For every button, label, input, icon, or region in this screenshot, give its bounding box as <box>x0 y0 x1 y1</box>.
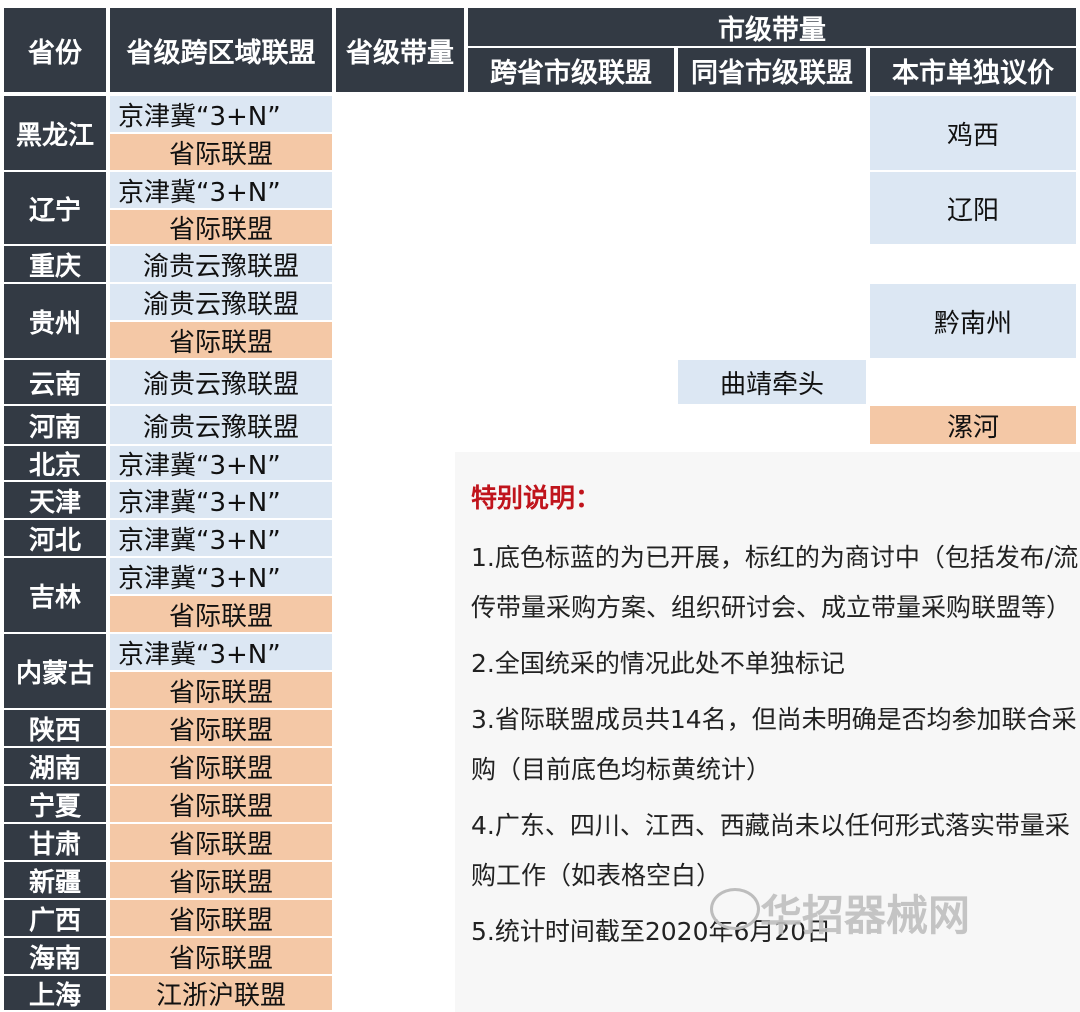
header-city-level: 市级带量 <box>468 8 1076 46</box>
note-item: 3.省际联盟成员共14名，但尚未明确是否均参加联合采购（目前底色均标黄统计） <box>471 705 1077 784</box>
province-cell: 河北 <box>4 520 106 556</box>
province-cell: 新疆 <box>4 862 106 898</box>
province-cell: 海南 <box>4 938 106 974</box>
alliance-cell: 省际联盟 <box>110 786 332 822</box>
header-cross-province-city: 跨省市级联盟 <box>468 48 674 92</box>
province-cell: 天津 <box>4 482 106 518</box>
alliance-cell: 渝贵云豫联盟 <box>110 360 332 404</box>
alliance-cell: 省际联盟 <box>110 900 332 936</box>
alliance-cell: 渝贵云豫联盟 <box>110 284 332 320</box>
wechat-icon <box>710 888 760 930</box>
province-cell: 湖南 <box>4 748 106 784</box>
same-province-city-cell: 曲靖牵头 <box>678 360 866 404</box>
alliance-cell: 渝贵云豫联盟 <box>110 406 332 444</box>
province-cell: 上海 <box>4 976 106 1011</box>
alliance-cell: 京津冀“3+N” <box>110 558 332 594</box>
alliance-cell: 省际联盟 <box>110 322 332 358</box>
province-cell: 河南 <box>4 406 106 444</box>
alliance-cell: 京津冀“3+N” <box>110 520 332 556</box>
alliance-cell: 京津冀“3+N” <box>110 446 332 481</box>
province-cell: 陕西 <box>4 710 106 746</box>
city-alone-cell: 黔南州 <box>870 284 1076 358</box>
province-cell: 甘肃 <box>4 824 106 860</box>
province-cell: 辽宁 <box>4 172 106 244</box>
alliance-cell: 省际联盟 <box>110 824 332 860</box>
alliance-cell: 京津冀“3+N” <box>110 172 332 208</box>
alliance-cell: 省际联盟 <box>110 596 332 632</box>
header-same-province-city: 同省市级联盟 <box>678 48 866 92</box>
note-item: 1.底色标蓝的为已开展，标红的为商讨中（包括发布/流传带量采购方案、组织研讨会、… <box>471 543 1079 622</box>
header-province: 省份 <box>4 8 106 92</box>
province-cell: 宁夏 <box>4 786 106 822</box>
header-provincial-volume: 省级带量 <box>336 8 464 92</box>
alliance-cell: 京津冀“3+N” <box>110 634 332 670</box>
province-cell: 黑龙江 <box>4 96 106 170</box>
alliance-cell: 江浙沪联盟 <box>110 976 332 1011</box>
alliance-cell: 京津冀“3+N” <box>110 482 332 518</box>
province-cell: 吉林 <box>4 558 106 632</box>
province-cell: 重庆 <box>4 246 106 282</box>
alliance-cell: 省际联盟 <box>110 134 332 170</box>
alliance-cell: 省际联盟 <box>110 710 332 746</box>
province-cell: 云南 <box>4 360 106 404</box>
province-cell: 贵州 <box>4 284 106 358</box>
alliance-cell: 省际联盟 <box>110 210 332 245</box>
alliance-cell: 省际联盟 <box>110 938 332 974</box>
watermark: 华招器械网 <box>760 891 971 940</box>
alliance-cell: 省际联盟 <box>110 748 332 784</box>
alliance-cell: 省际联盟 <box>110 672 332 708</box>
province-cell: 广西 <box>4 900 106 936</box>
province-cell: 北京 <box>4 446 106 481</box>
alliance-cell: 省际联盟 <box>110 862 332 898</box>
city-alone-cell: 漯河 <box>870 406 1076 444</box>
header-cross-region-alliance: 省级跨区域联盟 <box>110 8 332 92</box>
note-item: 2.全国统采的情况此处不单独标记 <box>471 649 845 678</box>
alliance-cell: 渝贵云豫联盟 <box>110 246 332 282</box>
notes-title: 特别说明： <box>471 484 602 514</box>
province-cell: 内蒙古 <box>4 634 106 708</box>
alliance-cell: 京津冀“3+N” <box>110 96 332 132</box>
header-city-alone: 本市单独议价 <box>870 48 1076 92</box>
city-alone-cell: 鸡西 <box>870 96 1076 170</box>
city-alone-cell: 辽阳 <box>870 172 1076 244</box>
